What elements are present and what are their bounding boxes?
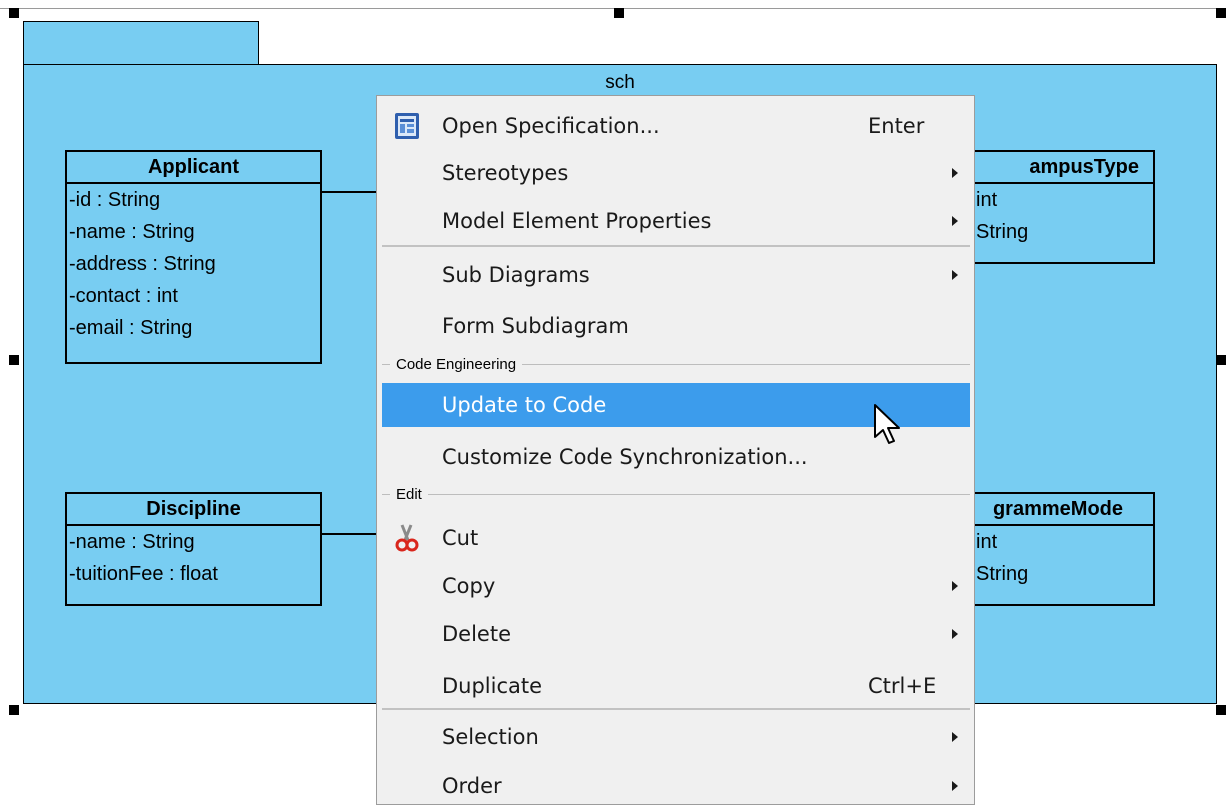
menu-separator: [382, 245, 970, 247]
menu-item-shortcut: Enter: [868, 114, 925, 138]
menu-group-code-engineering: Code Engineering: [382, 354, 970, 376]
association-line-applicant[interactable]: [321, 191, 381, 193]
resize-handle-top-left[interactable]: [9, 8, 19, 18]
class-attribute: int: [976, 189, 998, 211]
menu-group-label: Edit: [390, 484, 428, 505]
menu-item-label: Order: [442, 774, 502, 798]
class-applicant[interactable]: Applicant -id : String -name : String -a…: [65, 150, 322, 364]
class-name: ampusType: [950, 152, 1153, 184]
class-name: grammeMode: [950, 494, 1153, 526]
submenu-arrow-icon: [952, 216, 958, 226]
class-attribute: -name : String: [69, 221, 195, 243]
menu-item-label: Model Element Properties: [442, 209, 712, 233]
menu-group-line: [382, 494, 970, 495]
menu-item-label: Copy: [442, 574, 496, 598]
resize-handle-top-right[interactable]: [1216, 8, 1226, 18]
menu-item-selection[interactable]: Selection: [382, 715, 970, 759]
class-attribute: int: [976, 531, 998, 553]
association-line-discipline[interactable]: [321, 533, 381, 535]
class-programme-mode[interactable]: grammeMode int String: [948, 492, 1155, 606]
menu-item-label: Open Specification...: [442, 114, 660, 138]
menu-item-label: Selection: [442, 725, 539, 749]
menu-item-model-element-properties[interactable]: Model Element Properties: [382, 199, 970, 243]
menu-group-edit: Edit: [382, 484, 970, 506]
menu-item-open-specification[interactable]: Open Specification... Enter: [382, 104, 970, 148]
menu-item-shortcut: Ctrl+E: [868, 674, 937, 698]
menu-item-stereotypes[interactable]: Stereotypes: [382, 151, 970, 195]
resize-handle-bottom-right[interactable]: [1216, 705, 1226, 715]
submenu-arrow-icon: [952, 168, 958, 178]
mouse-pointer-icon: [874, 404, 900, 444]
class-name: Discipline: [67, 494, 320, 526]
menu-item-duplicate[interactable]: Duplicate Ctrl+E: [382, 664, 970, 708]
menu-item-label: Cut: [442, 526, 479, 550]
menu-separator: [382, 708, 970, 710]
menu-item-label: Customize Code Synchronization...: [442, 445, 808, 469]
specification-icon: [395, 113, 419, 139]
resize-handle-left[interactable]: [9, 355, 19, 365]
class-attribute: -tuitionFee : float: [69, 563, 218, 585]
class-campus-type[interactable]: ampusType int String: [948, 150, 1155, 264]
class-attribute: String: [976, 563, 1029, 585]
menu-item-delete[interactable]: Delete: [382, 612, 970, 656]
canvas-top-border: [0, 8, 1226, 9]
submenu-arrow-icon: [952, 781, 958, 791]
menu-item-cut[interactable]: Cut: [382, 516, 970, 560]
submenu-arrow-icon: [952, 629, 958, 639]
package-tab[interactable]: [23, 21, 259, 65]
class-attribute: -address : String: [69, 253, 216, 275]
resize-handle-top[interactable]: [614, 8, 624, 18]
class-attribute: String: [976, 221, 1029, 243]
class-attribute: -email : String: [69, 317, 193, 339]
menu-item-form-subdiagram[interactable]: Form Subdiagram: [382, 304, 970, 348]
menu-item-sub-diagrams[interactable]: Sub Diagrams: [382, 253, 970, 297]
resize-handle-bottom-left[interactable]: [9, 705, 19, 715]
submenu-arrow-icon: [952, 270, 958, 280]
submenu-arrow-icon: [952, 732, 958, 742]
package-name: sch: [605, 72, 635, 93]
menu-item-label: Form Subdiagram: [442, 314, 629, 338]
class-attribute: -id : String: [69, 189, 161, 211]
menu-item-copy[interactable]: Copy: [382, 564, 970, 608]
menu-group-label: Code Engineering: [390, 354, 523, 375]
menu-item-label: Sub Diagrams: [442, 263, 590, 287]
class-attribute: -name : String: [69, 531, 195, 553]
submenu-arrow-icon: [952, 581, 958, 591]
class-name: Applicant: [67, 152, 320, 184]
class-discipline[interactable]: Discipline -name : String -tuitionFee : …: [65, 492, 322, 606]
class-attribute: -contact : int: [69, 285, 178, 307]
menu-item-label: Duplicate: [442, 674, 543, 698]
menu-item-label: Delete: [442, 622, 511, 646]
menu-item-order[interactable]: Order: [382, 764, 970, 808]
menu-item-label: Update to Code: [442, 393, 607, 417]
menu-item-label: Stereotypes: [442, 161, 569, 185]
resize-handle-right[interactable]: [1216, 355, 1226, 365]
context-menu: Open Specification... Enter Stereotypes …: [376, 95, 975, 805]
scissors-icon: [395, 524, 419, 552]
